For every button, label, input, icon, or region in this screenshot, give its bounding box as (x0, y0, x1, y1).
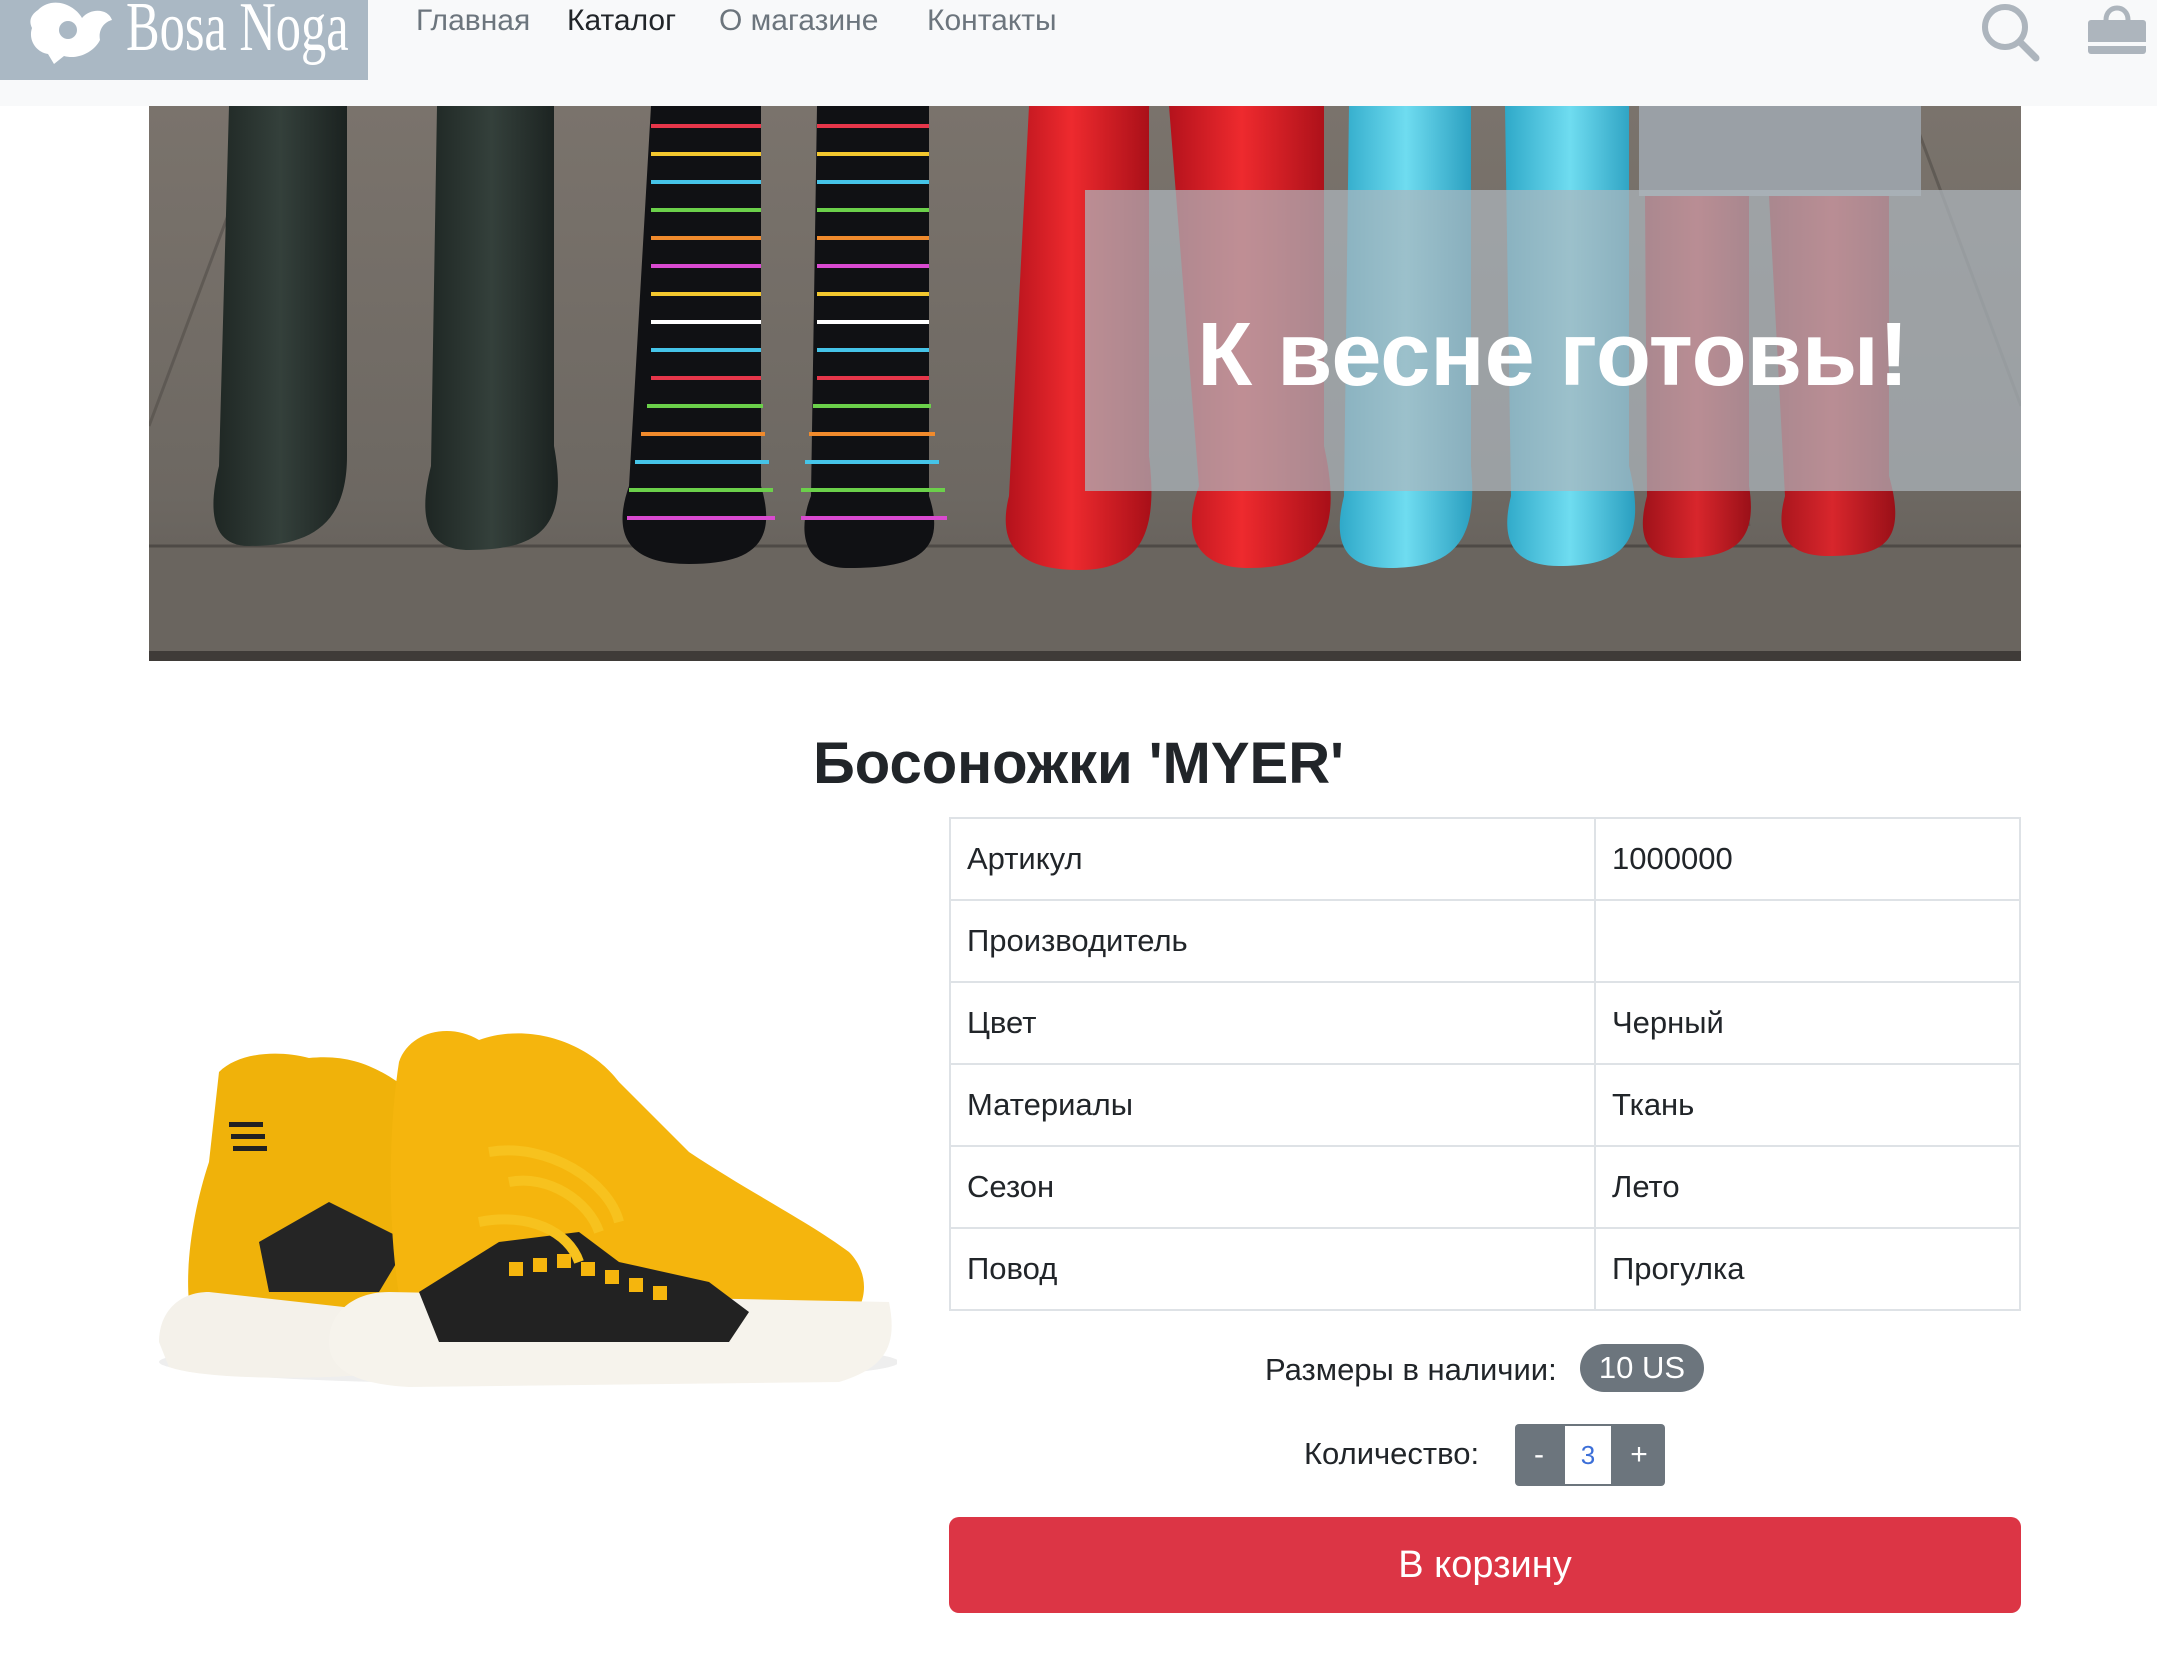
size-option[interactable]: 10 US (1580, 1344, 1704, 1392)
table-row: Материалы Ткань (949, 1063, 2021, 1147)
quantity-label: Количество: (1304, 1436, 1480, 1471)
nav-contacts[interactable]: Контакты (927, 4, 1057, 38)
table-row: Производитель (949, 899, 2021, 983)
table-row: Сезон Лето (949, 1145, 2021, 1229)
spec-value: 1000000 (1594, 817, 2021, 901)
navbar: Bosa Noga Главная Каталог О магазине Кон… (0, 0, 2157, 106)
hero-banner: К весне готовы! (149, 106, 2021, 661)
spec-value: Лето (1594, 1145, 2021, 1229)
brand-name: Bosa Noga (126, 0, 349, 66)
spec-key: Производитель (949, 899, 1596, 983)
spec-value: Прогулка (1594, 1227, 2021, 1311)
sizes-row: Размеры в наличии: 10 US (949, 1344, 2021, 1396)
quantity-decrease-button[interactable]: - (1515, 1424, 1563, 1486)
table-row: Повод Прогулка (949, 1227, 2021, 1311)
search-icon[interactable] (1978, 0, 2042, 64)
spec-value: Черный (1594, 981, 2021, 1065)
product-image (149, 822, 899, 1482)
cart-icon[interactable] (2084, 0, 2150, 60)
specs-table: Артикул 1000000 Производитель Цвет Черны… (949, 817, 2021, 1311)
spec-key: Материалы (949, 1063, 1596, 1147)
spec-value (1594, 899, 2021, 983)
quantity-increase-button[interactable]: + (1613, 1424, 1665, 1486)
quantity-row: Количество: - 3 + (949, 1424, 2021, 1486)
spec-key: Повод (949, 1227, 1596, 1311)
nav-catalog[interactable]: Каталог (567, 4, 676, 38)
spec-key: Сезон (949, 1145, 1596, 1229)
logo-mark (30, 2, 112, 64)
sizes-label: Размеры в наличии: (1265, 1352, 1557, 1387)
nav-home[interactable]: Главная (416, 4, 530, 38)
banner-title: К весне готовы! (1197, 305, 1909, 405)
table-row: Цвет Черный (949, 981, 2021, 1065)
add-to-cart-button[interactable]: В корзину (949, 1517, 2021, 1613)
spec-key: Цвет (949, 981, 1596, 1065)
brand-logo[interactable]: Bosa Noga (0, 0, 368, 80)
banner-overlay: К весне готовы! (1085, 190, 2021, 491)
table-row: Артикул 1000000 (949, 817, 2021, 901)
quantity-input[interactable]: 3 (1563, 1424, 1613, 1486)
spec-value: Ткань (1594, 1063, 2021, 1147)
spec-key: Артикул (949, 817, 1596, 901)
nav-about[interactable]: О магазине (719, 4, 878, 38)
product-title: Босоножки 'MYER' (813, 731, 1344, 796)
